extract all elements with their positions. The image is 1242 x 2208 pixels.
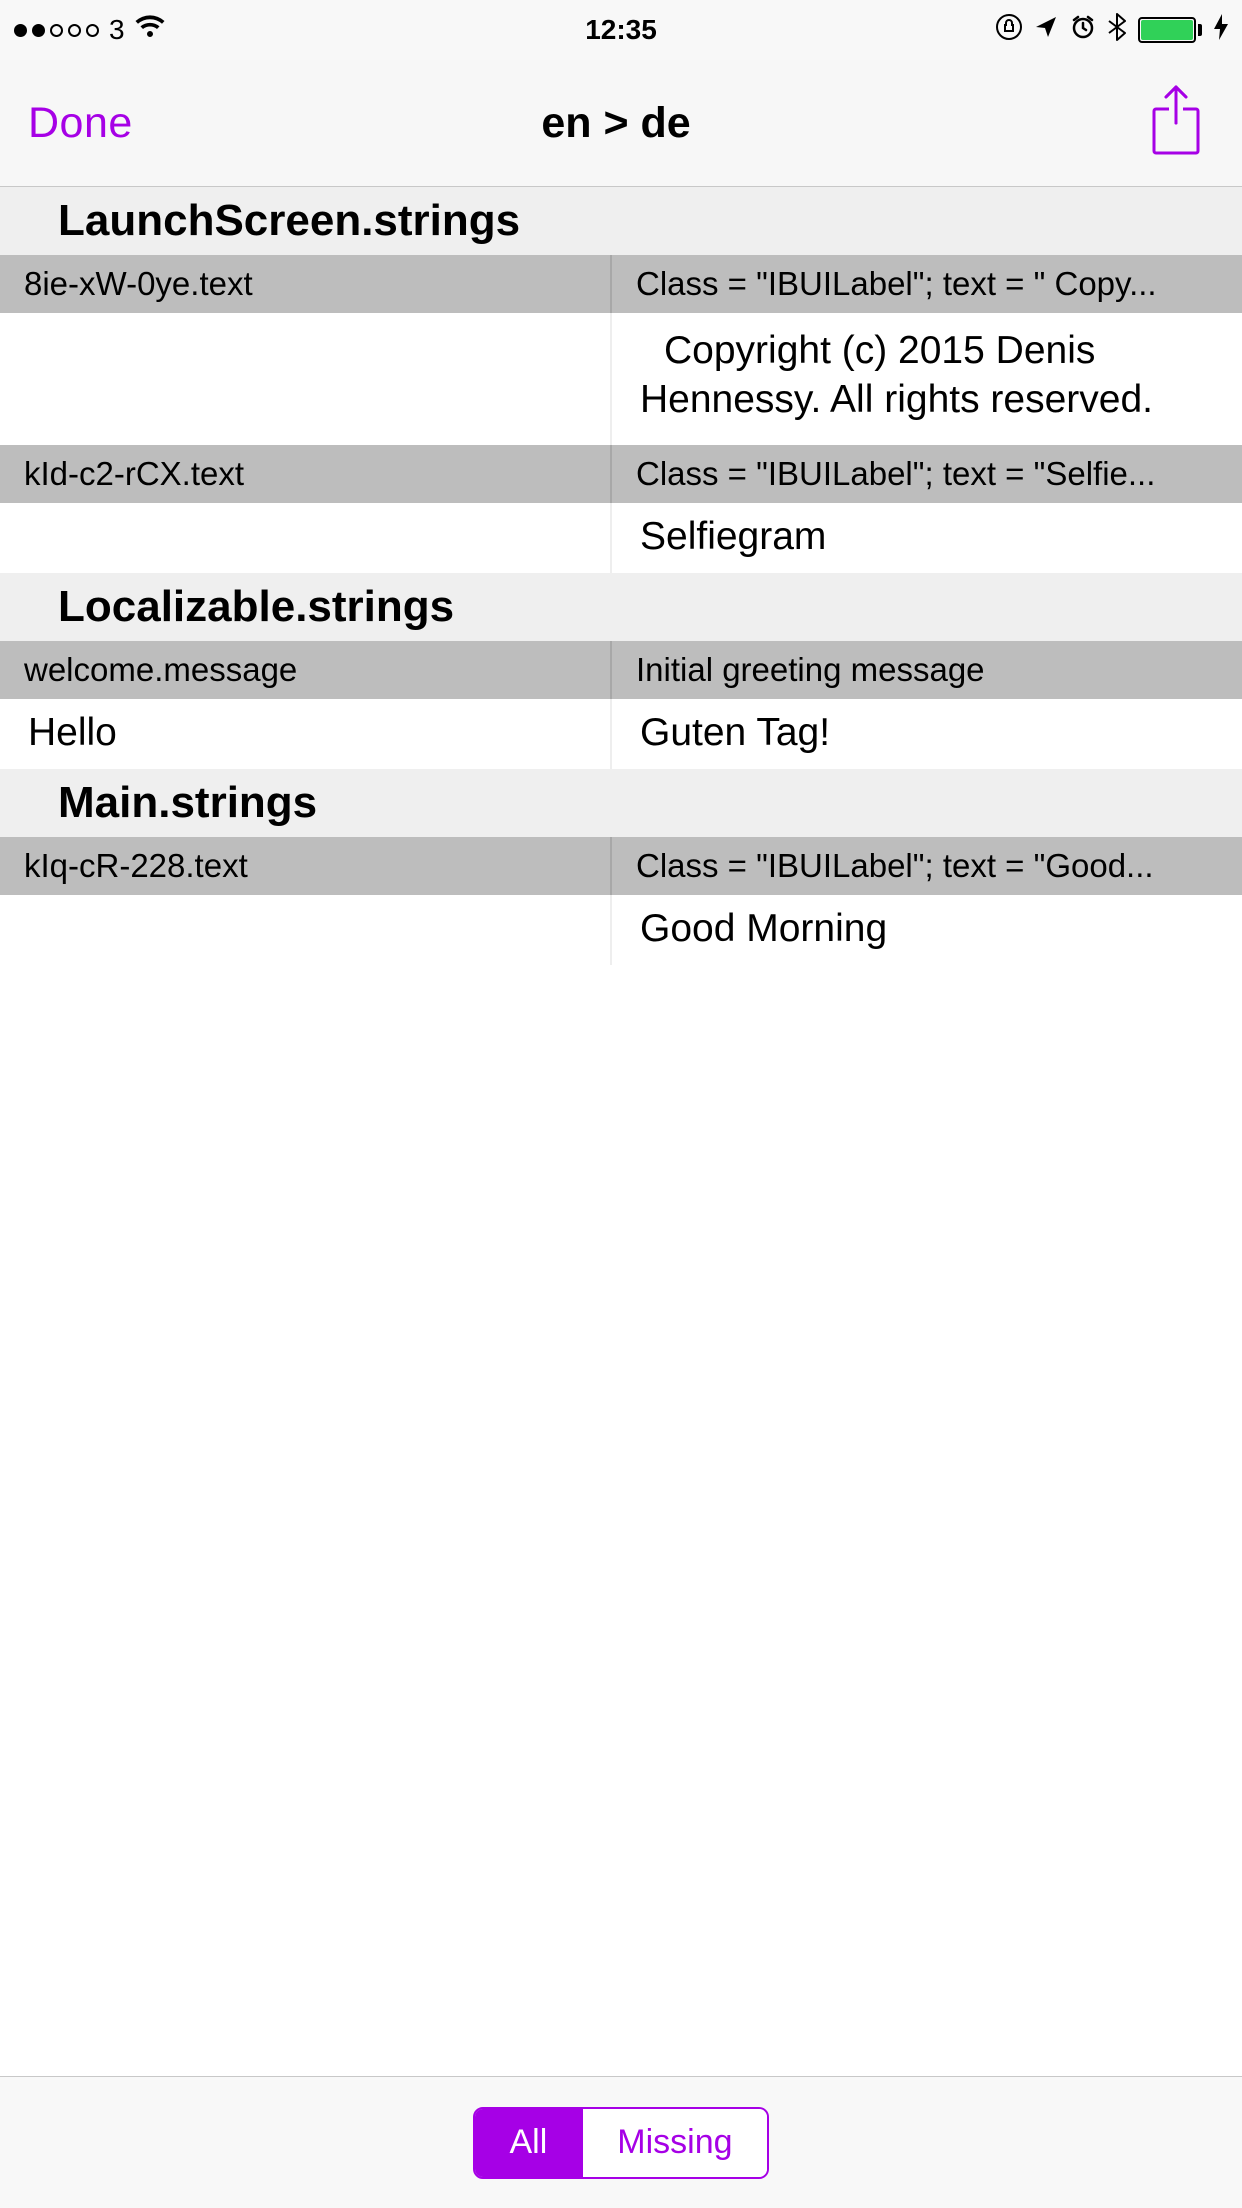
content-list[interactable]: LaunchScreen.strings8ie-xW-0ye.textClass…	[0, 187, 1242, 965]
string-key-header: welcome.messageInitial greeting message	[0, 641, 1242, 699]
source-text	[0, 895, 610, 965]
source-text	[0, 313, 610, 445]
orientation-lock-icon	[996, 14, 1022, 47]
signal-strength-icon	[14, 24, 99, 37]
segment-all[interactable]: All	[475, 2109, 581, 2177]
string-row[interactable]: HelloGuten Tag!	[0, 699, 1242, 769]
filter-segmented-control[interactable]: AllMissing	[473, 2107, 768, 2179]
string-row[interactable]: Selfiegram	[0, 503, 1242, 573]
status-left: 3	[14, 14, 585, 46]
string-meta-label: Class = "IBUILabel"; text = " Copy...	[610, 255, 1242, 313]
target-text: Guten Tag!	[610, 699, 1242, 769]
string-key-label: 8ie-xW-0ye.text	[0, 255, 610, 313]
segment-missing[interactable]: Missing	[581, 2109, 766, 2177]
location-icon	[1034, 14, 1058, 46]
bluetooth-icon	[1108, 13, 1126, 48]
wifi-icon	[135, 14, 165, 46]
string-key-header: 8ie-xW-0ye.textClass = "IBUILabel"; text…	[0, 255, 1242, 313]
source-text: Hello	[0, 699, 610, 769]
target-text: Good Morning	[610, 895, 1242, 965]
target-text: Copyright (c) 2015 Denis Hennessy. All r…	[610, 313, 1242, 445]
source-text	[0, 503, 610, 573]
target-text: Selfiegram	[610, 503, 1242, 573]
string-key-header: kIq-cR-228.textClass = "IBUILabel"; text…	[0, 837, 1242, 895]
charging-icon	[1214, 14, 1228, 47]
section-header: LaunchScreen.strings	[0, 187, 1242, 255]
string-key-label: welcome.message	[0, 641, 610, 699]
section-header: Main.strings	[0, 769, 1242, 837]
battery-icon	[1138, 17, 1202, 43]
done-button[interactable]: Done	[28, 99, 541, 148]
nav-bar: Done en > de	[0, 60, 1242, 187]
string-row[interactable]: Good Morning	[0, 895, 1242, 965]
section-header: Localizable.strings	[0, 573, 1242, 641]
share-icon	[1148, 85, 1204, 157]
string-meta-label: Class = "IBUILabel"; text = "Selfie...	[610, 445, 1242, 503]
carrier-label: 3	[109, 14, 125, 46]
page-title: en > de	[541, 99, 690, 148]
status-right	[657, 13, 1228, 48]
alarm-icon	[1070, 14, 1096, 47]
string-meta-label: Class = "IBUILabel"; text = "Good...	[610, 837, 1242, 895]
share-button[interactable]	[1148, 85, 1204, 162]
toolbar: AllMissing	[0, 2076, 1242, 2208]
string-key-label: kId-c2-rCX.text	[0, 445, 610, 503]
string-row[interactable]: Copyright (c) 2015 Denis Hennessy. All r…	[0, 313, 1242, 445]
clock-label: 12:35	[585, 14, 657, 46]
status-bar: 3 12:35	[0, 0, 1242, 60]
string-key-label: kIq-cR-228.text	[0, 837, 610, 895]
string-key-header: kId-c2-rCX.textClass = "IBUILabel"; text…	[0, 445, 1242, 503]
string-meta-label: Initial greeting message	[610, 641, 1242, 699]
